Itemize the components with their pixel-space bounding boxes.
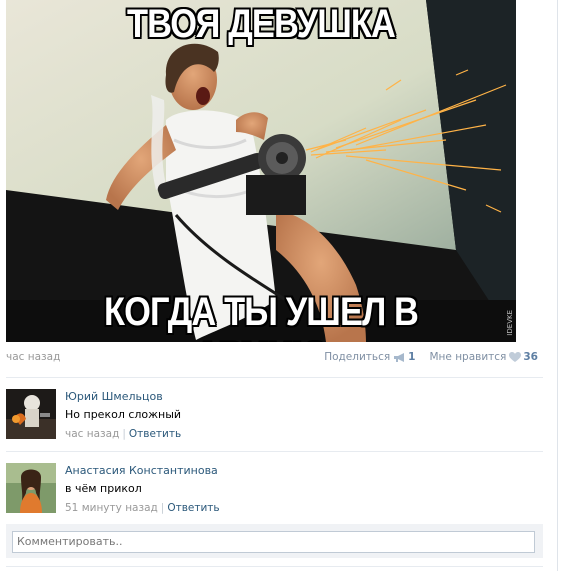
meta-separator: | [122, 428, 126, 440]
comment-item: Анастасия Константинова в чём прикол 51 … [6, 463, 543, 519]
divider [6, 451, 543, 452]
comment-timestamp[interactable]: час назад [65, 428, 119, 440]
comment-timestamp[interactable]: 51 минуту назад [65, 502, 158, 514]
comment-meta: 51 минуту назад | Ответить [65, 502, 220, 514]
meme-watermark: IDEVKE [506, 310, 514, 336]
like-count: 36 [523, 351, 538, 363]
post-meta-row: час назад Поделиться 1 Мне нравится 36 [6, 350, 538, 366]
comment-input[interactable]: Комментировать.. [12, 531, 535, 553]
share-label: Поделиться [324, 351, 391, 363]
heart-icon [509, 351, 522, 362]
comment-meta: час назад | Ответить [65, 428, 181, 440]
comment-text: Но прекол сложный [65, 408, 182, 421]
like-button[interactable]: Мне нравится 36 [429, 351, 538, 363]
share-button[interactable]: Поделиться 1 [324, 351, 415, 363]
avatar[interactable] [6, 389, 56, 439]
avatar-image [6, 389, 56, 439]
comment-text: в чём прикол [65, 482, 142, 495]
divider [6, 377, 543, 378]
avatar-image [6, 463, 56, 513]
meme-caption-bottom: КОГДА ТЫ УШЕЛ В АРМИЮ [103, 290, 419, 342]
share-count: 1 [408, 351, 416, 363]
reply-link[interactable]: Ответить [167, 502, 219, 514]
post-actions: Поделиться 1 Мне нравится 36 [324, 351, 538, 363]
meta-separator: | [160, 502, 165, 514]
comment-author-link[interactable]: Юрий Шмельцов [65, 390, 163, 403]
comment-item: Юрий Шмельцов Но прекол сложный час наза… [6, 389, 543, 445]
divider [6, 566, 543, 567]
like-label: Мне нравится [429, 351, 507, 363]
comment-form: Комментировать.. [6, 524, 543, 558]
reply-link[interactable]: Ответить [129, 428, 181, 440]
megaphone-icon [394, 352, 405, 362]
avatar[interactable] [6, 463, 56, 513]
comment-author-link[interactable]: Анастасия Константинова [65, 464, 218, 477]
meme-caption-top: ТВОЯ ДЕВУШКА [126, 2, 396, 46]
post-timestamp[interactable]: час назад [6, 351, 60, 363]
page-right-border [557, 0, 558, 571]
post-photo[interactable]: ТВОЯ ДЕВУШКА КОГДА ТЫ УШЕЛ В АРМИЮ IDEVK… [6, 0, 516, 342]
